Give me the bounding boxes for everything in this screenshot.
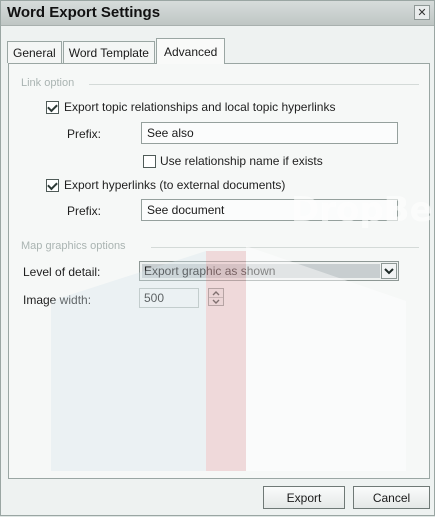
- export-button[interactable]: Export: [263, 486, 345, 509]
- chevron-down-icon[interactable]: [381, 263, 397, 279]
- map-graphics-group-label: Map graphics options: [21, 240, 126, 252]
- spin-down-icon[interactable]: [209, 297, 223, 305]
- close-icon[interactable]: ✕: [414, 5, 430, 20]
- prefix2-label: Prefix:: [67, 204, 102, 218]
- prefix1-label: Prefix:: [67, 127, 102, 141]
- export-relationships-label[interactable]: Export topic relationships and local top…: [64, 100, 335, 114]
- export-hyperlinks-checkbox[interactable]: [46, 179, 59, 192]
- export-settings-window: Word Export Settings ✕ General Word Temp…: [0, 0, 435, 516]
- tab-strip: General Word Template Advanced: [7, 38, 226, 64]
- level-of-detail-label: Level of detail:: [23, 265, 101, 279]
- image-width-label: Image width:: [23, 293, 92, 307]
- map-graphics-divider: [151, 247, 419, 248]
- level-of-detail-select[interactable]: Export graphic as shown: [139, 261, 399, 281]
- export-relationships-checkbox[interactable]: [46, 101, 59, 114]
- image-width-spinner[interactable]: [208, 288, 224, 306]
- use-relationship-name-checkbox[interactable]: [143, 155, 156, 168]
- tab-word-template[interactable]: Word Template: [62, 41, 155, 63]
- image-width-field[interactable]: 500: [139, 288, 199, 308]
- window-title: Word Export Settings: [7, 4, 161, 21]
- export-hyperlinks-label[interactable]: Export hyperlinks (to external documents…: [64, 178, 285, 192]
- link-option-group-label: Link option: [21, 77, 75, 89]
- level-of-detail-value: Export graphic as shown: [142, 264, 380, 278]
- advanced-panel: Link option Export topic relationships a…: [8, 63, 430, 479]
- prefix2-field[interactable]: See document: [141, 199, 398, 221]
- tab-advanced[interactable]: Advanced: [155, 38, 226, 64]
- link-option-divider: [89, 84, 419, 85]
- tab-general[interactable]: General: [7, 41, 62, 63]
- prefix1-field[interactable]: See also: [141, 122, 398, 144]
- use-relationship-name-label[interactable]: Use relationship name if exists: [160, 154, 323, 168]
- cancel-button[interactable]: Cancel: [353, 486, 430, 509]
- title-bar: Word Export Settings ✕: [1, 1, 434, 26]
